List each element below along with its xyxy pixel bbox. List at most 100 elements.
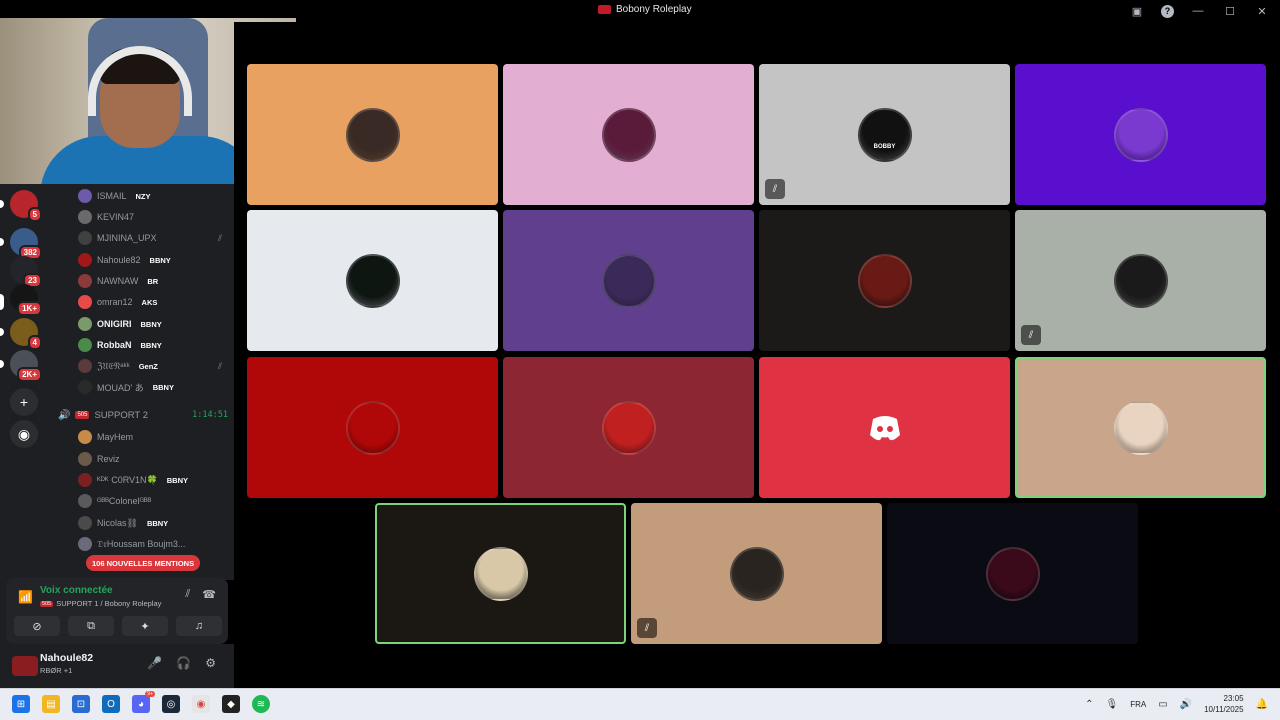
participant-tile[interactable] bbox=[375, 503, 626, 644]
user-panel: Nahoule82 RBØR +1 🎤 🎧 ⚙ bbox=[0, 644, 234, 688]
avatar: BOBBY bbox=[857, 107, 912, 162]
voice-member[interactable]: MOUAD' あ BBNY bbox=[78, 377, 174, 397]
member-name: KEVIN47 bbox=[97, 212, 135, 222]
clock[interactable]: 23:05 10/11/2025 bbox=[1204, 693, 1243, 715]
voice-member[interactable]: NAWNAW BR bbox=[78, 271, 158, 291]
member-tag: AKS bbox=[141, 297, 158, 307]
participant-tile[interactable]: ⫽ bbox=[1015, 210, 1266, 351]
avatar[interactable] bbox=[12, 656, 38, 676]
discord-logo-icon bbox=[869, 415, 900, 440]
steam-icon[interactable]: ◎ bbox=[162, 695, 180, 713]
new-mentions-pill[interactable]: 106 NOUVELLES MENTIONS bbox=[86, 555, 201, 571]
voice-status[interactable]: Voix connectée bbox=[40, 585, 113, 596]
participant-tile[interactable] bbox=[503, 64, 754, 205]
voice-member[interactable]: 𝔇𝔯Houssam Boujm3... bbox=[78, 534, 185, 554]
network-icon[interactable]: ▭ bbox=[1158, 699, 1167, 710]
soundboard-button[interactable]: ♫ bbox=[176, 616, 222, 636]
muted-icon: ⫽ bbox=[1021, 325, 1041, 345]
server-icon-6[interactable]: 2K+ bbox=[0, 350, 42, 382]
headphones-icon[interactable]: 🎧 bbox=[176, 656, 191, 670]
chevron-up-icon[interactable]: ⌃ bbox=[1085, 699, 1093, 710]
participant-tile[interactable] bbox=[503, 210, 754, 351]
maximize-icon[interactable]: ☐ bbox=[1222, 3, 1238, 19]
participant-tile[interactable] bbox=[1015, 64, 1266, 205]
member-name: 𝔇𝔯Houssam Boujm3... bbox=[97, 538, 186, 549]
member-name: RobbaN bbox=[97, 340, 132, 350]
avatar bbox=[78, 516, 92, 530]
voice-member[interactable]: ONIGIRI BBNY bbox=[78, 314, 162, 334]
outlook-icon[interactable]: O bbox=[102, 695, 120, 713]
voice-member[interactable]: Reviz bbox=[78, 449, 120, 469]
voice-member[interactable]: MJININA_UPX ⫽ bbox=[78, 228, 222, 248]
avatar bbox=[78, 317, 92, 331]
muted-icon: ⫽ bbox=[218, 232, 223, 243]
participant-tile[interactable] bbox=[1015, 357, 1266, 498]
spotify-icon[interactable]: ≋ bbox=[252, 695, 270, 713]
display-icon[interactable]: ▣ bbox=[1129, 3, 1145, 19]
signal-icon[interactable]: 📶 bbox=[18, 590, 33, 604]
activities-button[interactable]: ✦ bbox=[122, 616, 168, 636]
volume-icon[interactable]: 🔊 bbox=[1180, 699, 1192, 710]
member-tag: BBNY bbox=[152, 382, 174, 392]
voice-member[interactable]: Nahoule82 BBNY bbox=[78, 250, 171, 270]
voice-member[interactable]: MayHem bbox=[78, 427, 133, 447]
voice-member[interactable]: ᴷᴰᴷ C0RV1N🍀 BBNY bbox=[78, 470, 188, 490]
chrome-icon[interactable]: ◉ bbox=[192, 695, 210, 713]
explore-icon[interactable]: ◉ bbox=[10, 420, 38, 448]
muted-icon: ⫽ bbox=[637, 618, 657, 638]
voice-channel-timer: 1:14:51 bbox=[192, 410, 228, 420]
participant-tile[interactable] bbox=[887, 503, 1138, 644]
avatar bbox=[1113, 107, 1168, 162]
avatar bbox=[78, 473, 92, 487]
server-icon-5[interactable]: 4 bbox=[0, 318, 42, 350]
file-explorer-icon[interactable]: ▤ bbox=[42, 695, 60, 713]
voice-channel-support-2[interactable]: 🔊 505 SUPPORT 2 1:14:51 bbox=[58, 407, 228, 423]
member-tag: GenZ bbox=[138, 361, 158, 371]
discord-icon[interactable]: ◕ 9+ bbox=[132, 691, 155, 713]
participant-tile[interactable] bbox=[247, 64, 498, 205]
store-icon[interactable]: ⊡ bbox=[72, 695, 90, 713]
windows-icon[interactable]: ⊞ bbox=[12, 695, 30, 713]
avatar bbox=[1113, 253, 1168, 308]
microphone-icon[interactable]: 🎤 bbox=[147, 656, 162, 670]
server-icon-1[interactable]: 5 bbox=[0, 190, 42, 222]
add-server-icon[interactable]: + bbox=[10, 388, 38, 416]
language-indicator[interactable]: FRA bbox=[1130, 700, 1146, 709]
screen-share-button[interactable]: ⧉ bbox=[68, 616, 114, 636]
participant-tile[interactable]: ⫽ bbox=[631, 503, 882, 644]
close-icon[interactable]: ✕ bbox=[1254, 3, 1270, 19]
participant-tile[interactable] bbox=[247, 357, 498, 498]
username[interactable]: Nahoule82 bbox=[40, 652, 93, 664]
participant-tile[interactable] bbox=[247, 210, 498, 351]
minimize-icon[interactable]: — bbox=[1190, 3, 1206, 19]
server-icon-2[interactable]: 382 bbox=[0, 228, 42, 260]
voice-member[interactable]: Nicolas⛓ BBNY bbox=[78, 513, 168, 533]
voice-location[interactable]: 505 SUPPORT 1 / Bobony Roleplay bbox=[40, 599, 161, 608]
voice-member[interactable]: ℨ𝔘𝔈𝔑ᵃᵏᵏ GenZ ⫽ bbox=[78, 356, 222, 376]
disconnect-icon[interactable]: ☎ bbox=[202, 588, 216, 601]
avatar bbox=[78, 210, 92, 224]
avatar bbox=[78, 189, 92, 203]
avatar bbox=[858, 401, 912, 455]
server-icon-4[interactable]: 1K+ bbox=[0, 284, 42, 316]
settings-gear-icon[interactable]: ⚙ bbox=[205, 656, 216, 670]
microphone-tray-icon[interactable]: 🎙 bbox=[1105, 699, 1118, 710]
participant-tile[interactable] bbox=[759, 210, 1010, 351]
server-icon-3[interactable]: 23 bbox=[10, 256, 42, 288]
clock-date: 10/11/2025 bbox=[1204, 705, 1244, 714]
voice-member[interactable]: RobbaN BBNY bbox=[78, 335, 162, 355]
voice-member[interactable]: omran12 AKS bbox=[78, 292, 157, 312]
help-icon[interactable]: ? bbox=[1161, 4, 1174, 18]
notifications-icon[interactable]: 🔔 bbox=[1256, 699, 1268, 710]
avatar bbox=[345, 107, 400, 162]
voice-member[interactable]: ISMAIL NZY bbox=[78, 186, 151, 206]
app-icon[interactable]: ◆ bbox=[222, 695, 240, 713]
member-name: omran12 bbox=[97, 297, 133, 307]
participant-tile[interactable]: BOBBY ⫽ bbox=[759, 64, 1010, 205]
participant-tile[interactable] bbox=[503, 357, 754, 498]
camera-toggle-button[interactable]: ⊘ bbox=[14, 616, 60, 636]
voice-member[interactable]: ᴳᴮᴮColonelᴳᴮᴮ bbox=[78, 491, 151, 511]
voice-member[interactable]: KEVIN47 bbox=[78, 207, 134, 227]
participant-tile[interactable] bbox=[759, 357, 1010, 498]
noise-suppression-icon[interactable]: ⫽ bbox=[185, 588, 190, 601]
